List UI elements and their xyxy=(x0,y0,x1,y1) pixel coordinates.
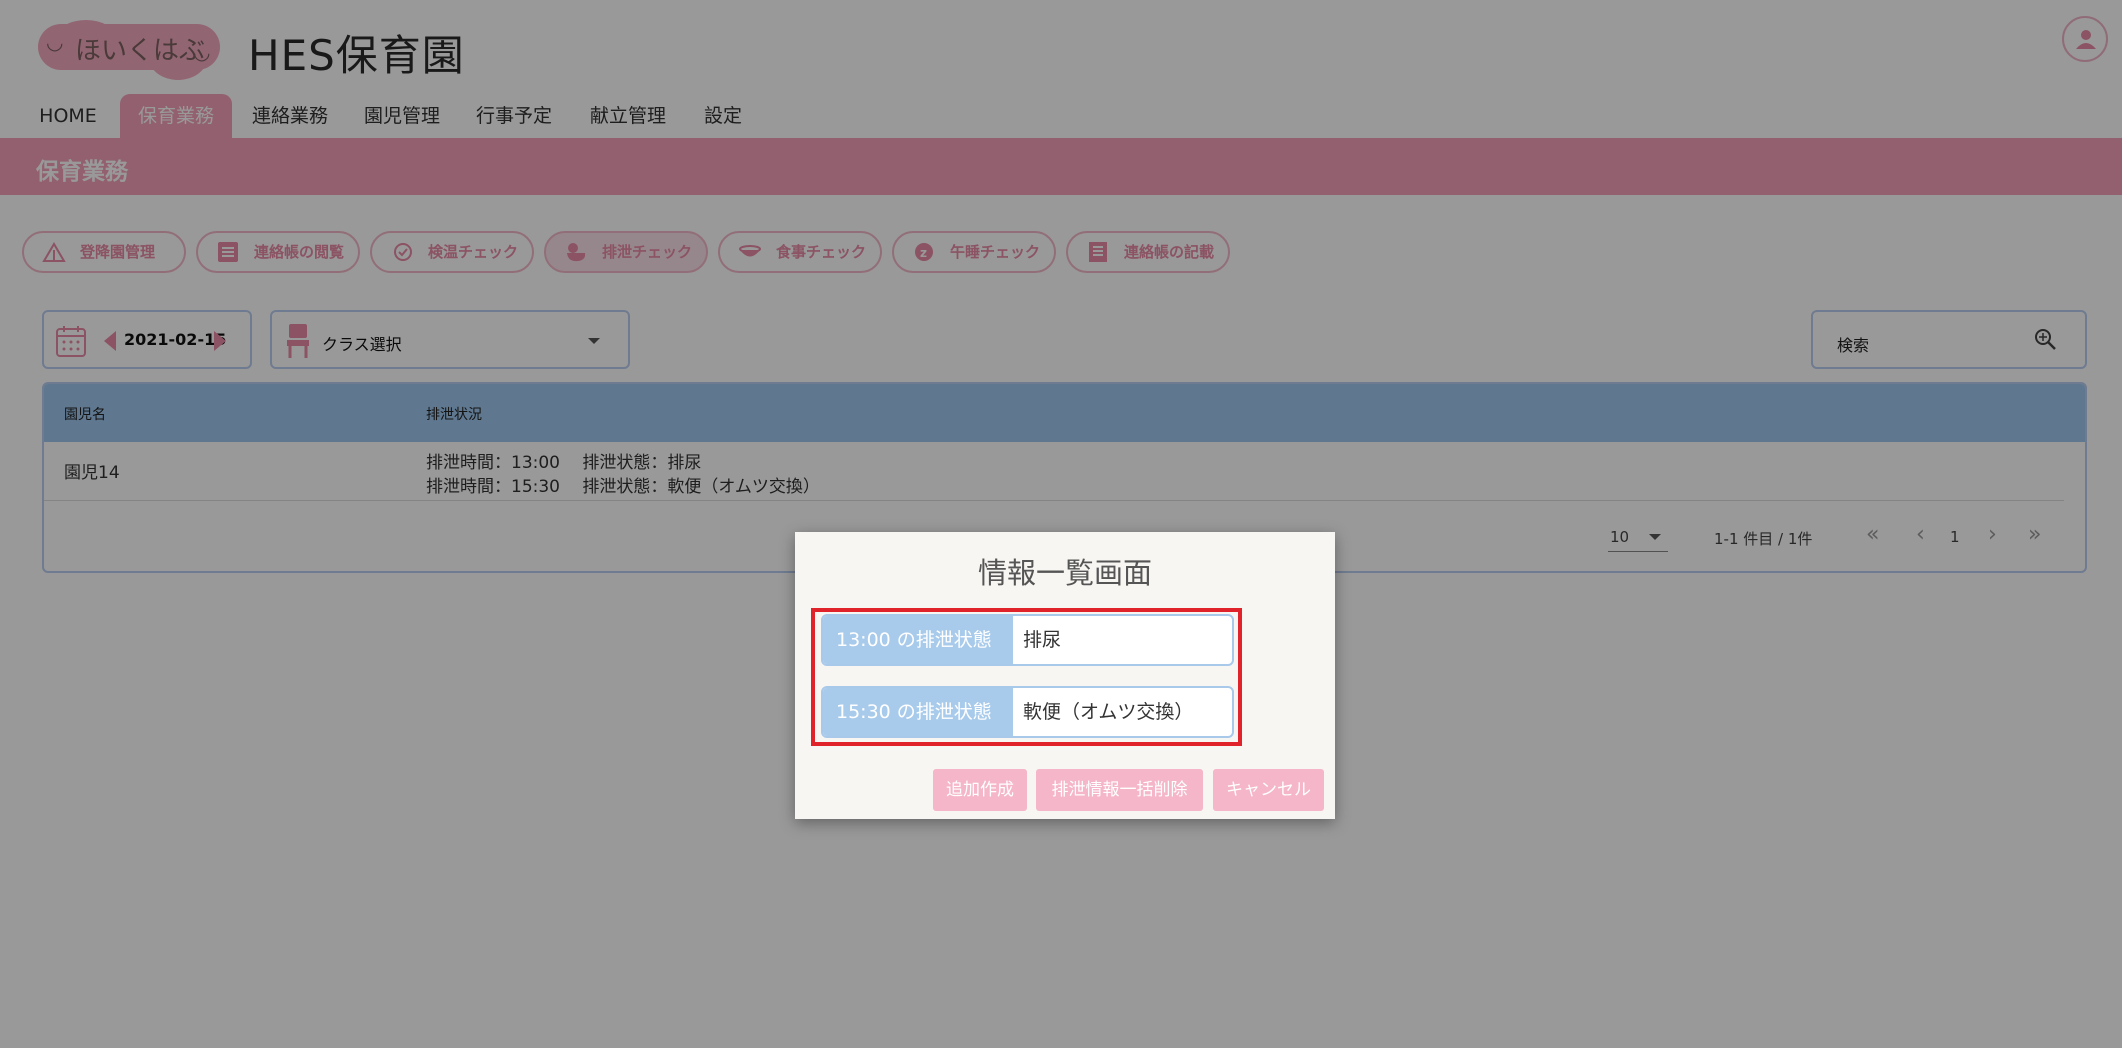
info-list-dialog: 情報一覧画面 13:00 の排泄状態 排尿 15:30 の排泄状態 軟便（オムツ… xyxy=(795,532,1335,819)
status-field-label: 13:00 の排泄状態 xyxy=(823,616,1013,664)
status-field-value[interactable]: 軟便（オムツ交換） xyxy=(1023,688,1193,736)
add-button[interactable]: 追加作成 xyxy=(933,769,1027,811)
logo-smile-icon: ◡ xyxy=(193,40,211,64)
logo-smile-icon: ◡ xyxy=(46,30,64,54)
status-field-value[interactable]: 排尿 xyxy=(1023,616,1061,664)
modal-overlay[interactable] xyxy=(0,0,2122,1048)
delete-all-button[interactable]: 排泄情報一括削除 xyxy=(1036,769,1203,811)
status-field[interactable]: 13:00 の排泄状態 排尿 xyxy=(821,614,1234,666)
dialog-title: 情報一覧画面 xyxy=(977,556,1152,590)
status-field-label: 15:30 の排泄状態 xyxy=(823,688,1013,736)
cancel-button[interactable]: キャンセル xyxy=(1213,769,1324,811)
logo-text: ほいくはぶ xyxy=(75,36,206,66)
highlight-frame: 13:00 の排泄状態 排尿 15:30 の排泄状態 軟便（オムツ交換） xyxy=(811,608,1242,746)
status-field[interactable]: 15:30 の排泄状態 軟便（オムツ交換） xyxy=(821,686,1234,738)
